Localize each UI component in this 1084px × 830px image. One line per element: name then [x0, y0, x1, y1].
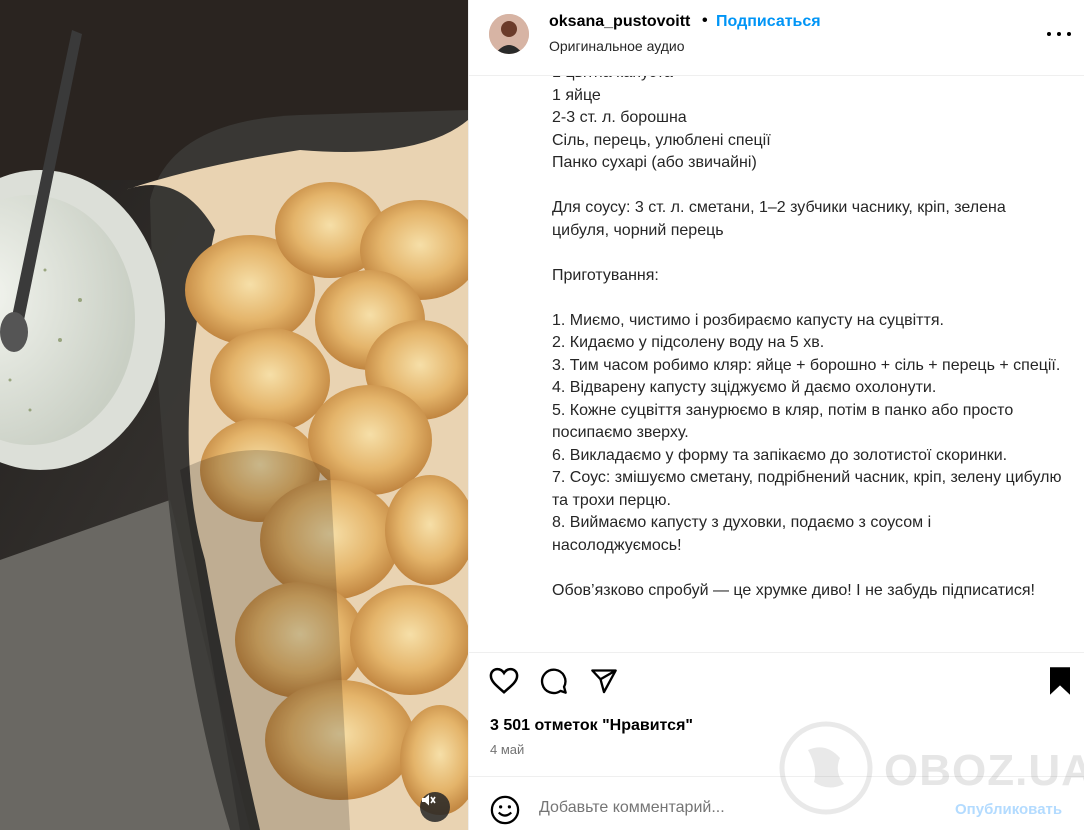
post-panel: oksana_pustovoitt • Подписаться Оригинал… — [468, 0, 1084, 830]
caption-blank — [552, 557, 1062, 580]
caption-line: Панко сухарі (або звичайні) — [552, 154, 757, 171]
likes-count[interactable]: 3 501 отметок "Нравится" — [490, 717, 693, 735]
comment-input[interactable] — [539, 799, 919, 817]
avatar-image — [489, 14, 529, 54]
caption-scroll-area[interactable]: 1 цвітна капуста 1 яйце 2-3 ст. л. борош… — [469, 76, 1084, 652]
heart-icon[interactable] — [489, 667, 519, 695]
comment-bar: Опубликовать — [469, 776, 1084, 830]
caption-line: Для соусу: 3 ст. л. сметани, 1–2 зубчики… — [552, 199, 1006, 239]
publish-button[interactable]: Опубликовать — [955, 801, 1062, 818]
post-date[interactable]: 4 май — [490, 742, 524, 757]
caption-line: 1. Миємо, чистимо і розбираємо капусту н… — [552, 311, 944, 329]
more-icon-dot — [1067, 32, 1071, 36]
emoji-icon[interactable] — [490, 795, 520, 825]
avatar[interactable] — [489, 14, 529, 54]
caption-line: 7. Соус: змішуємо сметану, подрібнений ч… — [552, 469, 1062, 509]
caption-line: 2. Кидаємо у підсолену воду на 5 хв. — [552, 334, 825, 351]
action-bar: 3 501 отметок "Нравится" 4 май — [469, 652, 1084, 782]
caption-line: Обов’язково спробуй — це хрумке диво! І … — [552, 581, 1035, 599]
caption-line: 1 цвітна капуста — [552, 76, 1062, 85]
caption-blank — [552, 175, 1062, 198]
follow-button[interactable]: Подписаться — [716, 13, 821, 31]
caption-line: 2-3 ст. л. борошна — [552, 109, 687, 126]
post-media[interactable] — [0, 0, 468, 830]
post-header: oksana_pustovoitt • Подписаться Оригинал… — [469, 0, 1084, 76]
caption-line: Сіль, перець, улюблені спеції — [552, 131, 771, 149]
caption-line: 1 яйце — [552, 86, 601, 104]
caption-line: 6. Викладаємо у форму та запікаємо до зо… — [552, 446, 1008, 464]
audio-label[interactable]: Оригинальное аудио — [549, 38, 685, 54]
separator-dot: • — [702, 12, 708, 29]
caption-line: Приготування: — [552, 266, 659, 284]
mute-button[interactable] — [420, 792, 450, 822]
caption-text: 1 цвітна капуста 1 яйце 2-3 ст. л. борош… — [552, 76, 1062, 602]
more-icon-dot — [1057, 32, 1061, 36]
share-icon[interactable] — [590, 667, 618, 695]
comment-icon[interactable] — [540, 667, 568, 695]
caption-line: 3. Тим часом робимо кляр: яйце + борошно… — [552, 356, 1061, 374]
caption-line: 5. Кожне суцвіття занурюємо в кляр, поті… — [552, 401, 1014, 442]
food-photo — [0, 0, 468, 830]
more-icon — [1047, 32, 1051, 36]
username[interactable]: oksana_pustovoitt — [549, 13, 690, 31]
caption-blank — [552, 287, 1062, 310]
caption-line: 8. Виймаємо капусту з духовки, подаємо з… — [552, 514, 932, 554]
caption-line: 4. Відварену капусту зціджуємо й даємо о… — [552, 379, 937, 396]
caption-blank — [552, 242, 1062, 265]
mute-icon — [422, 794, 436, 806]
bookmark-icon[interactable] — [1047, 666, 1073, 696]
more-options-button[interactable] — [1047, 26, 1071, 42]
